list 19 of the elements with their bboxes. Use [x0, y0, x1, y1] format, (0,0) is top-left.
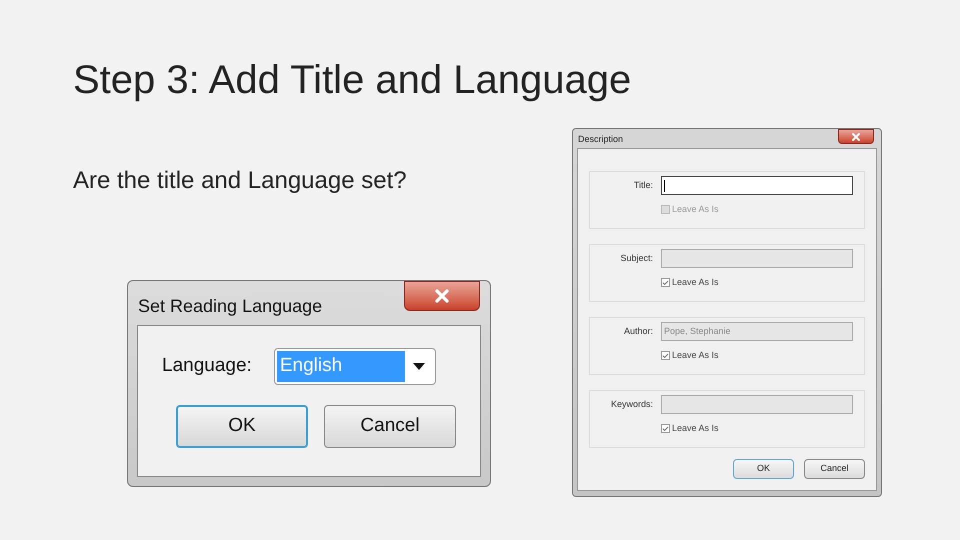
cancel-button[interactable]: Cancel	[804, 459, 865, 479]
field-label: Subject:	[619, 252, 653, 265]
dropdown-value: English	[276, 351, 405, 382]
checkbox-label: Leave As Is	[672, 349, 719, 362]
dialog-title: Description	[578, 133, 624, 146]
dialog-title: Set Reading Language	[138, 295, 322, 318]
slide-subtitle: Are the title and Language set?	[73, 166, 408, 196]
field-label: Keywords:	[610, 398, 653, 411]
slide-title: Step 3: Add Title and Language	[73, 57, 632, 104]
checkbox-label: Leave As Is	[672, 276, 719, 289]
ok-button[interactable]: OK	[176, 405, 308, 448]
ok-button[interactable]: OK	[733, 459, 794, 479]
field-label: Author:	[622, 324, 653, 338]
field-value: Pope, Stephanie	[664, 324, 731, 338]
field-label: Title:	[632, 178, 653, 192]
language-label: Language:	[162, 354, 252, 378]
checkbox-label: Leave As Is	[672, 422, 719, 435]
cancel-button[interactable]: Cancel	[324, 405, 456, 448]
checkbox-label: Leave As Is	[672, 203, 719, 216]
